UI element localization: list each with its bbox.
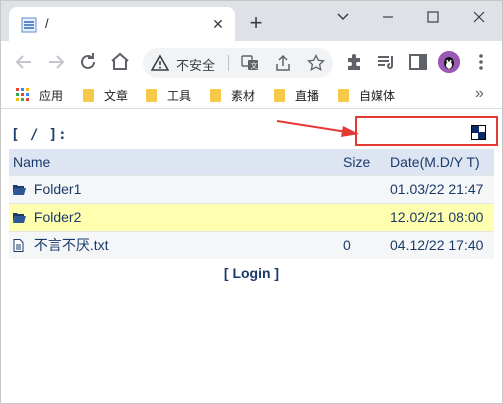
extensions-puzzle-icon[interactable] (342, 50, 366, 74)
bookmark-label: 文章 (104, 89, 129, 103)
side-panel-icon[interactable] (406, 50, 430, 74)
bookmark-label: 工具 (167, 89, 192, 103)
column-header-date[interactable]: Date(M.D/Y T) (386, 149, 494, 175)
bookmarks-overflow-icon[interactable]: » (475, 85, 484, 103)
file-date-cell: 12.02/21 08:00 (386, 202, 494, 231)
browser-menu-icon[interactable] (469, 50, 493, 74)
back-icon[interactable] (12, 50, 36, 74)
share-icon[interactable] (274, 54, 292, 72)
maximize-icon[interactable] (421, 7, 445, 27)
profile-avatar[interactable] (438, 51, 460, 73)
bookmark-star-icon[interactable] (307, 54, 325, 72)
svg-text:文: 文 (251, 61, 258, 70)
translate-icon[interactable]: 文 (241, 54, 259, 72)
bookmark-apps[interactable]: 应用 (39, 87, 63, 105)
security-status-text[interactable]: 不安全 (176, 55, 215, 74)
page-favicon-icon (21, 17, 37, 33)
reading-list-icon[interactable] (374, 50, 398, 74)
folder-icon (338, 89, 349, 102)
file-list-table: Name Size Date(M.D/Y T) Folder1 01.03/22… (9, 149, 494, 259)
bookmark-materials[interactable]: 素材 (210, 87, 255, 105)
not-secure-warning-icon[interactable] (151, 54, 169, 72)
minimize-icon[interactable] (376, 7, 400, 27)
tab-bar: / ✕ + (1, 1, 502, 41)
tab-close-icon[interactable]: ✕ (209, 15, 227, 33)
folder-open-icon (13, 185, 26, 195)
bookmark-label: 素材 (231, 89, 256, 103)
file-size-cell (339, 174, 386, 203)
file-date-cell: 01.03/22 21:47 (386, 174, 494, 203)
folder-icon (83, 89, 94, 102)
address-bar[interactable]: 不安全 文 (143, 48, 333, 78)
new-tab-button[interactable]: + (245, 12, 267, 35)
folder-icon (274, 89, 285, 102)
file-size-cell (339, 202, 386, 231)
tab-search-chevron-icon[interactable] (331, 7, 355, 27)
bookmark-label: 直播 (295, 89, 320, 103)
tab-title: / (45, 16, 49, 31)
browser-toolbar: 不安全 文 (1, 41, 502, 83)
close-window-icon[interactable] (467, 7, 491, 27)
file-name-link[interactable]: Folder2 (34, 209, 81, 225)
annotation-arrow-icon (276, 120, 359, 137)
file-name-cell[interactable]: Folder1 (9, 174, 339, 203)
active-tab[interactable]: / ✕ (9, 7, 235, 41)
view-toggle-icon[interactable] (471, 125, 486, 140)
file-date-cell: 04.12/22 17:40 (386, 230, 494, 259)
text-file-icon (13, 239, 24, 253)
column-header-name[interactable]: Name (9, 149, 339, 175)
bookmark-tools[interactable]: 工具 (146, 87, 191, 105)
reload-icon[interactable] (76, 50, 100, 74)
forward-icon[interactable] (44, 50, 68, 74)
bookmarks-bar: 应用 文章 工具 素材 直播 自媒体 » (1, 83, 502, 109)
folder-open-icon (13, 213, 26, 223)
bookmark-articles[interactable]: 文章 (83, 87, 128, 105)
bookmark-live[interactable]: 直播 (274, 87, 319, 105)
page-content: [ / ]: Name Size Date(M.D/Y T) Folder1 0… (1, 110, 502, 403)
table-row[interactable]: 不言不厌.txt 0 04.12/22 17:40 (9, 230, 494, 259)
table-row[interactable]: Folder1 01.03/22 21:47 (9, 174, 494, 203)
column-header-size[interactable]: Size (339, 149, 386, 175)
bookmark-media[interactable]: 自媒体 (338, 87, 395, 105)
home-icon[interactable] (108, 50, 132, 74)
browser-window: / ✕ + 不安全 文 应用 文章 工具 素材 直播 自媒体 » [/]: … (0, 0, 503, 404)
file-name-cell[interactable]: Folder2 (9, 202, 339, 231)
file-name-link[interactable]: Folder1 (34, 181, 81, 197)
table-row[interactable]: Folder2 12.02/21 08:00 (9, 202, 494, 231)
folder-icon (210, 89, 221, 102)
omnibox-divider (228, 55, 229, 71)
file-name-link[interactable]: 不言不厌.txt (34, 237, 109, 253)
file-size-cell: 0 (339, 230, 386, 259)
folder-icon (146, 89, 157, 102)
table-header-row: Name Size Date(M.D/Y T) (9, 149, 494, 175)
login-link[interactable]: [ Login ] (1, 265, 502, 281)
file-name-cell[interactable]: 不言不厌.txt (9, 230, 339, 259)
bookmark-label: 自媒体 (359, 89, 396, 103)
current-path-title: [ / ]: (11, 127, 68, 143)
apps-grid-icon[interactable] (16, 88, 30, 102)
